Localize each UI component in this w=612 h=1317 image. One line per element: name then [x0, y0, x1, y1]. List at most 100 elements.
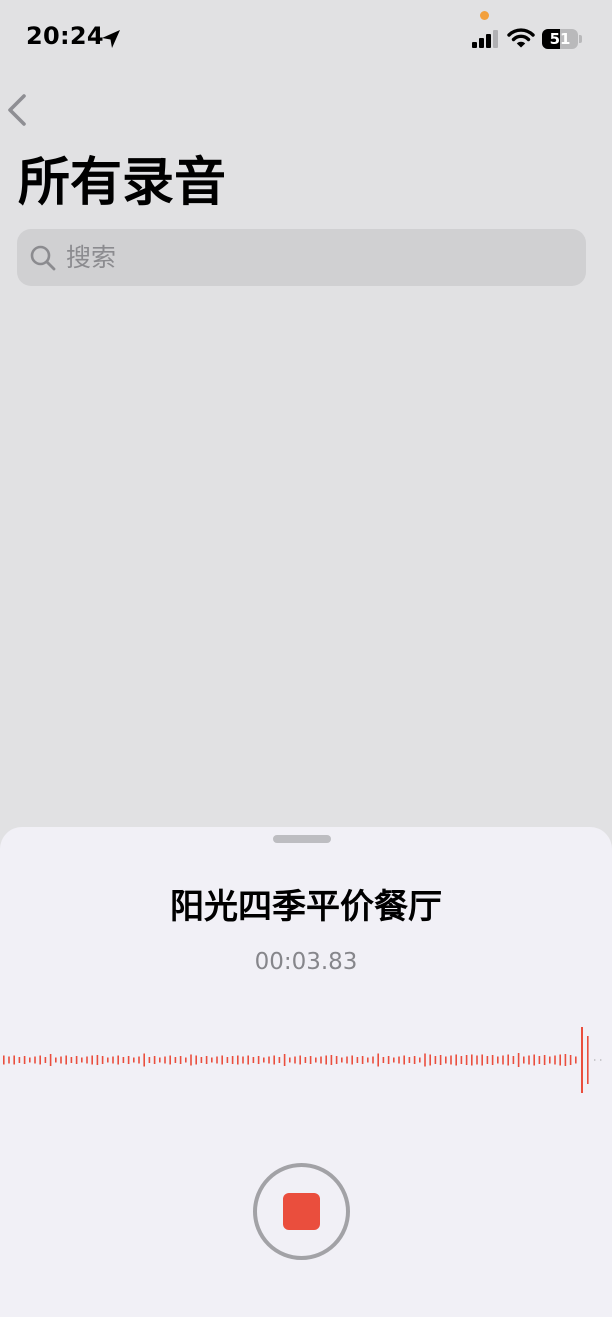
waveform-bar — [315, 1057, 317, 1063]
waveform-bar — [81, 1057, 83, 1063]
waveform-bar — [320, 1056, 322, 1064]
waveform-bar — [294, 1056, 296, 1064]
waveform-bar — [517, 1053, 520, 1067]
waveform-bar — [346, 1056, 348, 1064]
waveform-bar — [351, 1055, 353, 1065]
waveform-bar — [543, 1055, 546, 1065]
waveform-bar — [403, 1055, 405, 1065]
waveform-bar — [481, 1054, 483, 1066]
stop-icon — [283, 1193, 320, 1230]
waveform-bar — [60, 1056, 62, 1064]
waveform-bar — [549, 1056, 551, 1064]
waveform-bar — [512, 1056, 515, 1064]
waveform-bar — [450, 1055, 452, 1065]
waveform-bar — [564, 1054, 567, 1066]
waveform-bar — [538, 1056, 541, 1064]
stop-recording-button[interactable] — [253, 1163, 350, 1260]
search-icon — [30, 245, 56, 271]
waveform-bar — [278, 1057, 281, 1063]
waveform-bar — [507, 1054, 509, 1066]
waveform-bar — [55, 1057, 57, 1063]
waveform-bar — [497, 1056, 499, 1064]
waveform-playhead — [581, 1027, 583, 1093]
page-title: 所有录音 — [18, 153, 227, 213]
recording-elapsed-time: 00:03.83 — [254, 949, 358, 975]
waveform-bar — [398, 1056, 400, 1064]
waveform-bar — [445, 1056, 447, 1064]
waveform-bar — [283, 1054, 286, 1066]
waveform-bar — [465, 1055, 468, 1065]
waveform-bar — [393, 1057, 395, 1063]
waveform-bar — [455, 1054, 457, 1066]
waveform-dot — [594, 1059, 596, 1061]
waveform-bar — [341, 1057, 343, 1063]
battery-cap — [579, 35, 582, 43]
waveform-bar — [205, 1056, 208, 1064]
waveform-bar — [268, 1056, 270, 1064]
waveform-bar — [408, 1057, 411, 1063]
waveform-bar — [413, 1056, 416, 1064]
audio-waveform — [3, 1027, 602, 1093]
waveform-bar — [153, 1056, 156, 1064]
waveform-bar — [559, 1054, 561, 1066]
waveform-bar — [226, 1057, 229, 1063]
waveform-bar — [91, 1055, 93, 1065]
chevron-left-icon — [8, 94, 26, 126]
waveform-bar — [523, 1056, 525, 1064]
waveform-bar — [70, 1057, 73, 1063]
back-button[interactable] — [2, 88, 38, 132]
waveform-bar — [528, 1055, 530, 1065]
waveform-bar — [434, 1056, 437, 1064]
recording-sheet: 阳光四季平价餐厅 00:03.83 — [0, 827, 612, 1317]
location-arrow-icon — [102, 30, 120, 48]
waveform-bar — [185, 1057, 187, 1063]
waveform-bar — [23, 1056, 26, 1064]
waveform-bar — [13, 1055, 15, 1065]
waveform-bar — [143, 1053, 145, 1067]
waveform-bar — [533, 1054, 535, 1066]
waveform-bar — [107, 1057, 109, 1063]
waveform-bar — [367, 1057, 369, 1063]
waveform-bar — [231, 1056, 234, 1064]
sheet-grabber[interactable] — [273, 835, 331, 843]
waveform-bar — [491, 1055, 494, 1065]
waveform-bar — [101, 1056, 104, 1064]
waveform-bar — [304, 1057, 307, 1063]
waveform-bar — [335, 1056, 338, 1064]
waveform-bar — [575, 1056, 577, 1064]
cellular-signal-icon — [472, 30, 498, 48]
waveform-bar — [39, 1055, 41, 1065]
recording-title[interactable]: 阳光四季平价餐厅 — [0, 879, 612, 928]
search-input[interactable]: 搜索 — [17, 229, 586, 286]
waveform-bar — [86, 1056, 88, 1064]
waveform-bar — [502, 1055, 504, 1065]
waveform-bar — [439, 1055, 442, 1065]
search-placeholder: 搜索 — [66, 243, 117, 272]
waveform-bar — [148, 1057, 151, 1063]
waveform-bar — [127, 1056, 130, 1064]
privacy-indicator-dot — [480, 11, 489, 20]
waveform-bar — [361, 1056, 364, 1064]
status-time: 20:24 — [26, 22, 104, 50]
waveform-bar — [8, 1056, 10, 1064]
waveform-bar — [252, 1057, 255, 1063]
waveform-bar — [242, 1056, 244, 1064]
waveform-bar — [330, 1055, 333, 1065]
battery-indicator: 51 — [542, 29, 578, 49]
waveform-bar — [289, 1057, 291, 1063]
waveform-bar — [377, 1053, 379, 1067]
waveform-bar — [569, 1055, 572, 1065]
waveform-bar — [96, 1055, 99, 1065]
waveform-bar — [273, 1055, 275, 1065]
waveform-bar — [159, 1057, 161, 1063]
waveform-bar — [179, 1056, 182, 1064]
waveform-bar — [112, 1056, 114, 1064]
waveform-bar — [221, 1055, 223, 1065]
waveform-dot — [600, 1059, 602, 1061]
waveform-bar — [325, 1055, 327, 1065]
waveform-bar — [257, 1056, 260, 1064]
waveform-bar — [211, 1057, 213, 1063]
waveform-bar — [419, 1057, 421, 1063]
waveform-bar — [200, 1057, 203, 1063]
waveform-bar — [169, 1055, 171, 1065]
